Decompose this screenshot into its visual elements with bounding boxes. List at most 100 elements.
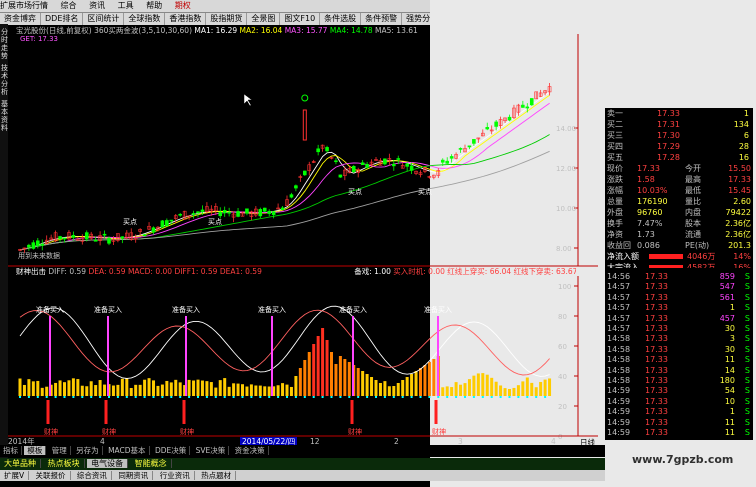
- candle-body: [102, 233, 107, 236]
- tab-indicator[interactable]: 指标: [0, 446, 22, 455]
- indicator-bar: [205, 381, 209, 396]
- tick-volume: 1: [729, 303, 735, 313]
- candle-body: [440, 159, 445, 163]
- indicator-bar: [312, 344, 316, 396]
- indicator-tabs: 指标 模板 管理 另存为 MACD基本 DDE决策 SVE决策 资金决策: [0, 445, 605, 457]
- candle-body: [236, 211, 240, 217]
- god-signal-bar: [434, 400, 438, 424]
- indicator-bar: [485, 374, 489, 396]
- tab-macd-basic[interactable]: MACD基本: [105, 446, 150, 455]
- tick-row: 14:59 17.33 54 S: [605, 386, 753, 396]
- indicator-bar: [18, 378, 22, 396]
- tick-volume: 11: [724, 417, 735, 427]
- tick-price: 17.33: [645, 344, 668, 354]
- status-tab[interactable]: 热点板块: [43, 459, 85, 468]
- tick-time: 14:57: [607, 303, 631, 313]
- indicator-bar: [223, 396, 226, 398]
- tool-tab[interactable]: 同期资讯: [114, 471, 154, 480]
- tab-manage[interactable]: 管理: [48, 446, 71, 455]
- tick-side: S: [744, 417, 750, 427]
- candlesticks: 买点 买点买点 买点: [18, 83, 552, 253]
- tick-side: S: [744, 313, 750, 323]
- tab-technical[interactable]: 技术分析: [1, 64, 8, 96]
- stat-value: 15.45: [728, 186, 751, 195]
- candle-body: [365, 164, 369, 168]
- candle-body: [271, 211, 276, 215]
- indicator-bar: [428, 396, 431, 398]
- indicator-tick-label: 80: [558, 313, 567, 321]
- tool-tab[interactable]: 热点题材: [197, 471, 237, 480]
- stat-value: 10.03%: [637, 186, 668, 195]
- flow-label: 净流入额: [607, 252, 639, 261]
- indicator-bar: [396, 383, 400, 396]
- beijian-value: 备戏: 1.00: [354, 267, 391, 276]
- status-tab[interactable]: 大单品种: [0, 459, 41, 468]
- tick-volume: 1: [729, 407, 735, 417]
- menu-overview[interactable]: 综合: [61, 1, 77, 10]
- bid-volume: 1: [743, 109, 749, 118]
- status-tab[interactable]: 电气设备: [87, 459, 129, 468]
- indicator-bar: [286, 396, 288, 398]
- candle-body: [391, 163, 396, 167]
- buy-signal-label: 准备买入: [258, 305, 286, 314]
- tool-tab[interactable]: 扩展V: [0, 471, 30, 480]
- tool-tab[interactable]: 综合资讯: [72, 471, 112, 480]
- tick-time: 14:57: [607, 292, 631, 302]
- indicator-bar: [111, 385, 115, 396]
- bid-label: 买二: [607, 120, 623, 129]
- indicator-bar: [58, 380, 62, 396]
- indicator-bar: [45, 396, 48, 398]
- tab-intraday[interactable]: 分时走势: [1, 28, 8, 60]
- indicator-bar: [383, 396, 386, 398]
- indicator-bar: [365, 374, 369, 396]
- bid-label: 买五: [607, 153, 623, 162]
- tool-tab[interactable]: 行业资讯: [155, 471, 195, 480]
- indicator-bar: [99, 396, 102, 398]
- indicator-bar: [445, 386, 449, 396]
- tab-sve-decision[interactable]: SVE决策: [192, 446, 230, 455]
- options-tag[interactable]: 期权: [175, 1, 191, 10]
- indicator-bar: [245, 386, 249, 396]
- indicator-bar: [374, 380, 378, 396]
- indicator-bar: [512, 387, 516, 396]
- tab-save-as[interactable]: 另存为: [73, 446, 103, 455]
- status-tab[interactable]: 智能概念: [130, 459, 172, 468]
- chart-canvas[interactable]: 14.0012.0010.008.00 买点 买点买点 买点 用到未来数据 1008…: [8, 24, 605, 444]
- indicator-bar: [401, 396, 404, 398]
- candle-body: [169, 219, 174, 222]
- tool-bar: 扩展V 关联报价 综合资讯 同期资讯 行业资讯 热点题材: [0, 470, 605, 481]
- tick-volume: 10: [724, 396, 735, 406]
- bid-price: 17.28: [657, 153, 680, 162]
- menu-news[interactable]: 资讯: [89, 1, 105, 10]
- candle-body: [93, 239, 98, 242]
- tick-side: S: [744, 396, 750, 406]
- tick-side: S: [744, 428, 750, 437]
- future-data-label: 用到未来数据: [18, 251, 60, 260]
- tab-fundamentals[interactable]: 基本资料: [1, 100, 8, 132]
- menu-extended-market[interactable]: 扩展市场行情: [0, 1, 48, 10]
- candle-body: [325, 147, 329, 152]
- tick-row: 14:57 17.33 457 S: [605, 314, 753, 324]
- tick-time: 14:59: [607, 386, 631, 396]
- candle-body: [151, 227, 156, 233]
- indicator-bar: [499, 385, 503, 396]
- buy-signal-label: 准备买入: [339, 305, 367, 314]
- ma-line: [19, 102, 550, 251]
- title-bar: 扩展市场行情 综合 资讯 工具 帮助 期权: [0, 0, 430, 12]
- tool-tab[interactable]: 关联报价: [31, 471, 71, 480]
- tab-template[interactable]: 模板: [24, 446, 47, 455]
- stat-label: 量比: [685, 197, 701, 206]
- indicator-bar: [543, 379, 547, 396]
- indicator-bar: [147, 378, 151, 396]
- indicator-bar: [258, 385, 262, 396]
- tick-price: 17.33: [645, 396, 668, 406]
- indicator-bar: [401, 380, 405, 396]
- indicator-bar: [241, 396, 244, 398]
- tab-dde-decision[interactable]: DDE决策: [151, 446, 191, 455]
- candle-body: [494, 121, 498, 127]
- menu-tools[interactable]: 工具: [118, 1, 134, 10]
- indicator-bars: [18, 328, 552, 398]
- menu-help[interactable]: 帮助: [146, 1, 162, 10]
- indicator-bar: [188, 396, 191, 398]
- tab-fund-decision[interactable]: 资金决策: [231, 446, 269, 455]
